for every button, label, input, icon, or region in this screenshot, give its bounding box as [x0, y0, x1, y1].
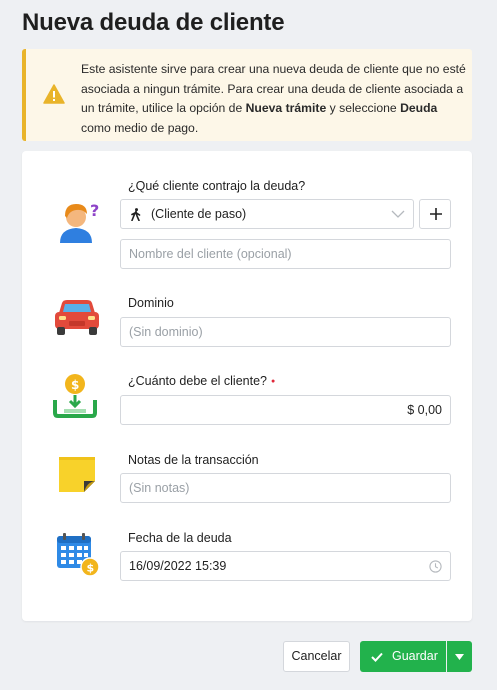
- required-indicator: ●: [270, 378, 276, 385]
- notes-placeholder: (Sin notas): [129, 481, 190, 495]
- info-alert: Este asistente sirve para crear una nuev…: [22, 49, 472, 141]
- car-icon: [55, 300, 99, 335]
- client-name-placeholder: Nombre del cliente (opcional): [129, 247, 292, 261]
- alert-message: Este asistente sirve para crear una nuev…: [81, 62, 466, 135]
- notes-label: Notas de la transacción: [128, 453, 259, 467]
- client-question-icon: ?: [60, 201, 99, 243]
- domain-label: Dominio: [128, 296, 174, 310]
- amount-label: ¿Cuánto debe el cliente? ●: [128, 374, 275, 388]
- plus-icon: [430, 208, 442, 220]
- amount-input[interactable]: $ 0,00: [120, 395, 451, 425]
- date-label: Fecha de la deuda: [128, 531, 232, 545]
- cancel-button[interactable]: Cancelar: [283, 641, 350, 672]
- client-select[interactable]: (Cliente de paso): [120, 199, 414, 229]
- date-value: 16/09/2022 15:39: [129, 559, 227, 573]
- amount-label-text: ¿Cuánto debe el cliente?: [128, 374, 267, 388]
- client-label: ¿Qué cliente contrajo la deuda?: [128, 179, 306, 193]
- form-card: ? ¿Qué cliente contrajo la deuda? (Clien…: [22, 151, 472, 621]
- save-options-dropdown[interactable]: [447, 641, 472, 672]
- svg-text:$: $: [71, 378, 79, 392]
- check-icon: [371, 652, 383, 662]
- domain-placeholder: (Sin dominio): [129, 325, 203, 339]
- client-name-input[interactable]: Nombre del cliente (opcional): [120, 239, 451, 269]
- calendar-money-icon: $: [57, 533, 100, 577]
- chevron-down-icon: [391, 210, 405, 218]
- save-button[interactable]: Guardar: [360, 641, 446, 672]
- date-input[interactable]: 16/09/2022 15:39: [120, 551, 451, 581]
- caret-down-icon: [455, 654, 464, 660]
- sticky-note-icon: [59, 457, 95, 492]
- add-client-button[interactable]: [419, 199, 451, 229]
- save-button-label: Guardar: [392, 649, 438, 663]
- walking-person-icon: [131, 208, 141, 221]
- warning-icon: [43, 84, 65, 104]
- clock-icon[interactable]: [429, 560, 442, 573]
- notes-input[interactable]: (Sin notas): [120, 473, 451, 503]
- money-deposit-icon: $: [53, 374, 97, 418]
- svg-text:?: ?: [90, 201, 99, 220]
- client-select-value: (Cliente de paso): [151, 207, 247, 221]
- svg-text:$: $: [87, 562, 95, 575]
- domain-input[interactable]: (Sin dominio): [120, 317, 451, 347]
- page-title: Nueva deuda de cliente: [22, 9, 285, 36]
- amount-value: $ 0,00: [407, 403, 442, 417]
